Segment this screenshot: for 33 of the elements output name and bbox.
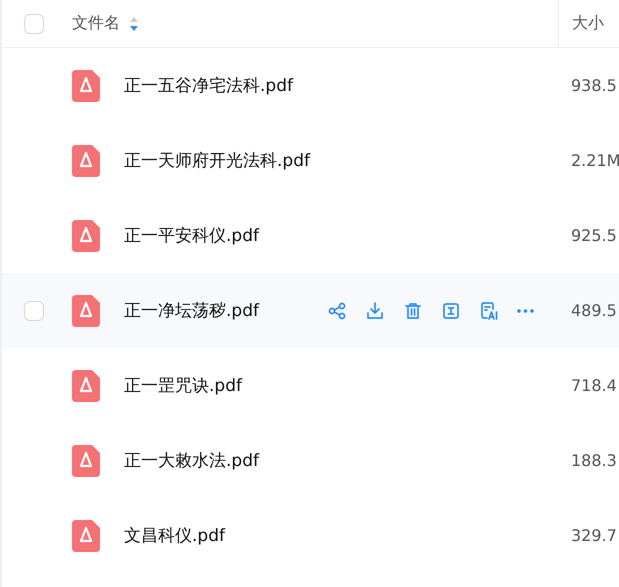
file-name[interactable]: 正一平安科仪.pdf [124, 224, 259, 247]
sort-icon[interactable] [130, 16, 138, 30]
file-name[interactable]: 文昌科仪.pdf [124, 524, 225, 547]
download-button[interactable] [365, 300, 385, 320]
file-name[interactable]: 正一五谷净宅法科.pdf [124, 74, 293, 97]
file-row[interactable]: 正一净坛荡秽.pdf 489.5 [2, 273, 619, 348]
file-size: 938.5 [570, 76, 618, 95]
file-size: 329.7 [570, 526, 618, 545]
pdf-file-icon [72, 520, 100, 552]
file-size: 2.21M [570, 151, 619, 170]
file-name[interactable]: 正一大敕水法.pdf [124, 449, 259, 472]
rename-button[interactable] [441, 300, 461, 320]
file-name[interactable]: 正一天师府开光法科.pdf [124, 149, 310, 172]
select-all-checkbox[interactable] [24, 14, 44, 34]
column-header: 大小 [572, 13, 604, 34]
file-size: 489.5 [570, 301, 618, 320]
row-checkbox[interactable] [24, 300, 44, 320]
pdf-file-icon [72, 444, 100, 476]
pdf-file-icon [72, 294, 100, 326]
delete-button[interactable] [403, 300, 423, 320]
share-button[interactable] [327, 300, 347, 320]
file-size: 925.5 [570, 226, 618, 245]
file-size: 718.4 [570, 376, 618, 395]
pdf-file-icon [72, 220, 100, 252]
ai-read-button[interactable] [479, 300, 499, 320]
file-name[interactable]: 正一净坛荡秽.pdf [124, 299, 259, 322]
file-name[interactable]: 正一罡咒诀.pdf [124, 374, 242, 397]
column-header: 文件名 [72, 13, 120, 34]
pdf-file-icon [72, 144, 100, 176]
file-size: 188.3 [570, 451, 618, 470]
pdf-file-icon [72, 370, 100, 402]
more-button[interactable] [517, 308, 534, 312]
pdf-file-icon [72, 70, 100, 102]
